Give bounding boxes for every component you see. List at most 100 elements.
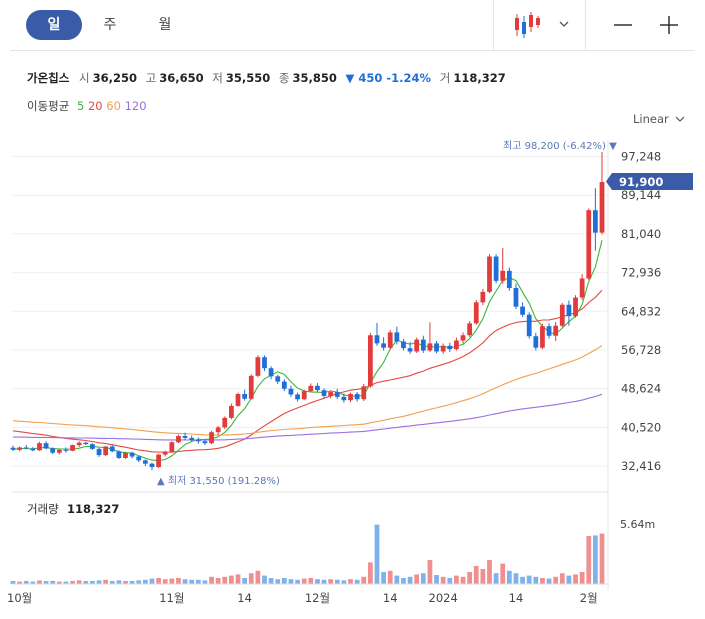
volume-bar [209, 576, 214, 584]
candle[interactable] [262, 355, 267, 372]
candle[interactable] [599, 151, 605, 235]
candle[interactable] [109, 445, 115, 453]
candle-body [407, 348, 413, 352]
candle[interactable] [381, 337, 386, 351]
candle[interactable] [540, 323, 545, 350]
candle[interactable] [526, 312, 532, 339]
candle[interactable] [414, 337, 420, 353]
volume-bar [520, 576, 525, 584]
candle[interactable] [229, 403, 234, 420]
candle[interactable] [242, 389, 248, 401]
candle[interactable] [301, 389, 307, 401]
candle[interactable] [480, 288, 486, 306]
candle[interactable] [43, 441, 49, 450]
candle[interactable] [434, 341, 439, 354]
candle[interactable] [90, 443, 95, 450]
candle-body [394, 332, 400, 342]
candle-body [506, 270, 512, 289]
candle[interactable] [116, 450, 122, 459]
candle[interactable] [123, 451, 128, 459]
candle[interactable] [50, 447, 56, 455]
candle[interactable] [142, 459, 148, 467]
candle[interactable] [559, 302, 565, 328]
candle[interactable] [222, 416, 228, 429]
volume-bar [427, 560, 433, 584]
candle-body [334, 392, 340, 397]
candle[interactable] [454, 337, 459, 351]
candle[interactable] [10, 445, 16, 452]
volume-bar [328, 579, 334, 584]
candle[interactable] [546, 323, 552, 339]
volume-bar [334, 579, 340, 584]
candle[interactable] [248, 374, 254, 400]
volume-bar [420, 573, 426, 584]
candle[interactable] [129, 451, 135, 459]
candle[interactable] [308, 383, 314, 393]
volume-bar [268, 578, 274, 584]
candle[interactable] [506, 267, 512, 291]
candle[interactable] [136, 455, 142, 463]
volume-bar [401, 578, 406, 584]
candle[interactable] [361, 383, 367, 402]
candle[interactable] [467, 320, 473, 338]
candle[interactable] [573, 295, 578, 318]
candle[interactable] [513, 283, 519, 310]
candle[interactable] [460, 332, 466, 344]
x-tick-label: 2024 [429, 591, 458, 605]
candle[interactable] [17, 446, 23, 452]
candle[interactable] [579, 274, 585, 300]
candle[interactable] [37, 441, 42, 451]
candle[interactable] [30, 446, 36, 452]
candle[interactable] [56, 448, 62, 455]
candle[interactable] [334, 388, 340, 400]
candle[interactable] [156, 453, 161, 468]
candle[interactable] [288, 385, 294, 397]
candle[interactable] [387, 330, 393, 350]
candle[interactable] [586, 208, 592, 280]
candle-body [387, 332, 393, 348]
candle[interactable] [103, 446, 109, 457]
candle[interactable] [553, 321, 559, 342]
candle[interactable] [367, 332, 373, 388]
candle[interactable] [281, 379, 287, 392]
candle[interactable] [533, 332, 539, 351]
candle[interactable] [500, 247, 506, 284]
candle[interactable] [315, 383, 320, 393]
candle[interactable] [348, 392, 353, 403]
candle[interactable] [76, 441, 82, 447]
candle[interactable] [566, 300, 572, 326]
candle[interactable] [374, 322, 380, 346]
candle[interactable] [401, 339, 406, 351]
candle[interactable] [427, 322, 433, 352]
candle[interactable] [420, 335, 426, 353]
candle[interactable] [440, 343, 446, 354]
candle[interactable] [149, 462, 155, 471]
candle[interactable] [354, 392, 360, 402]
candle[interactable] [295, 392, 300, 402]
candle[interactable] [96, 447, 102, 458]
candle[interactable] [268, 366, 274, 380]
candle-body [17, 447, 23, 450]
y-tick-label: 64,832 [621, 304, 661, 318]
candle-body [129, 452, 135, 457]
candle[interactable] [520, 302, 525, 318]
candle[interactable] [176, 434, 181, 444]
candle[interactable] [70, 444, 75, 452]
candle[interactable] [447, 342, 453, 352]
candle[interactable] [493, 254, 499, 284]
candle[interactable] [169, 441, 175, 453]
candle[interactable] [235, 392, 241, 407]
candle[interactable] [209, 430, 214, 445]
candle[interactable] [83, 441, 89, 446]
y-tick-label: 97,248 [621, 150, 661, 164]
candle[interactable] [321, 388, 327, 399]
price-chart[interactable]: 97,248 89,144 81,040 72,936 64,832 56,728 48,6… [0, 0, 705, 619]
candle[interactable] [255, 355, 261, 378]
candle[interactable] [487, 254, 492, 294]
candle[interactable] [63, 447, 69, 453]
candle[interactable] [275, 374, 281, 384]
candle[interactable] [592, 188, 598, 251]
candle[interactable] [473, 299, 479, 325]
candle[interactable] [195, 437, 201, 444]
candle-body [281, 381, 287, 389]
